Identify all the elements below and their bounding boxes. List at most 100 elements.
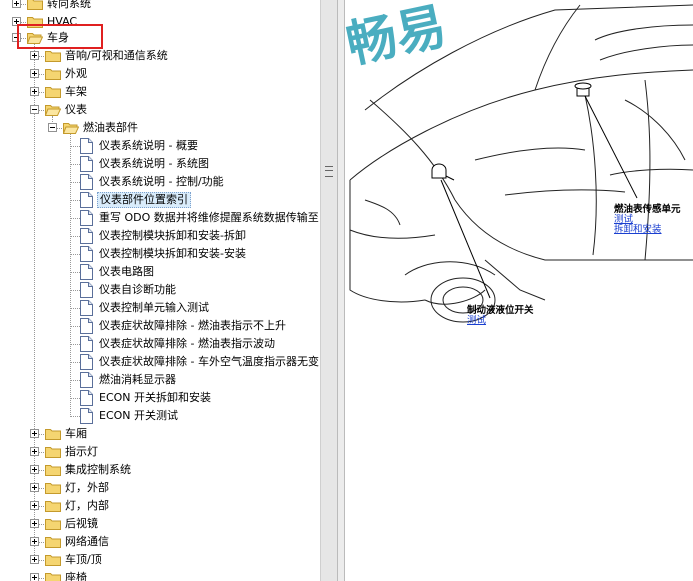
folder-icon [45, 555, 61, 566]
tree-item-steering[interactable]: 转向系统 [0, 0, 320, 13]
document-icon [80, 336, 93, 352]
tree-doc-item[interactable]: 仪表自诊断功能 [0, 281, 320, 299]
tree-item-seats[interactable]: 座椅 [0, 569, 320, 581]
document-icon [80, 264, 93, 280]
document-icon [80, 282, 93, 298]
tree-doc-item[interactable]: 仪表电路图 [0, 263, 320, 281]
folder-icon [45, 69, 61, 80]
expand-toggle[interactable] [30, 447, 39, 456]
tree-item-label: 车架 [65, 85, 87, 98]
tree-item-cabin[interactable]: 车厢 [0, 425, 320, 443]
tree-item-instruments[interactable]: 仪表 [0, 101, 320, 119]
tree-item-label: 仪表系统说明 - 概要 [99, 139, 198, 152]
folder-icon [45, 87, 61, 98]
tree-scrollbar[interactable] [320, 0, 337, 581]
remove-install-link[interactable]: 拆卸和安装 [614, 225, 681, 235]
tree-item-label: 车顶/顶 [65, 553, 102, 566]
tree-item-roof[interactable]: 车顶/顶 [0, 551, 320, 569]
tree-doc-item[interactable]: 仪表症状故障排除 - 燃油表指示不上升 [0, 317, 320, 335]
expand-toggle[interactable] [30, 537, 39, 546]
expand-toggle[interactable] [30, 501, 39, 510]
document-icon [80, 192, 93, 208]
tree-item-exterior-lights[interactable]: 灯，外部 [0, 479, 320, 497]
expand-toggle[interactable] [30, 429, 39, 438]
folder-open-icon [45, 105, 61, 116]
expand-toggle[interactable] [30, 465, 39, 474]
expand-toggle[interactable] [30, 69, 39, 78]
tree-doc-item[interactable]: ECON 开关拆卸和安装 [0, 389, 320, 407]
document-icon [80, 300, 93, 316]
test-link[interactable]: 测试 [467, 316, 534, 326]
tree-doc-item[interactable]: ECON 开关测试 [0, 407, 320, 425]
tree-item-label: 后视镜 [65, 517, 98, 530]
tree-doc-item[interactable]: 仪表系统说明 - 系统图 [0, 155, 320, 173]
tree-doc-item[interactable]: 燃油消耗显示器 [0, 371, 320, 389]
tree-item-label: 重写 ODO 数据并将维修提醒系统数据传输至 [99, 211, 319, 224]
tree-item-label: 仪表控制模块拆卸和安装-拆卸 [99, 229, 246, 242]
callout-brake-fluid-switch: 制动液液位开关 测试 [467, 305, 534, 326]
expand-toggle[interactable] [30, 87, 39, 96]
tree-item-label: 指示灯 [65, 445, 98, 458]
expand-toggle[interactable] [30, 519, 39, 528]
expand-toggle[interactable] [30, 555, 39, 564]
tree-doc-item[interactable]: 仪表控制单元输入测试 [0, 299, 320, 317]
tree-item-label: 仪表控制单元输入测试 [99, 301, 209, 314]
document-icon [80, 228, 93, 244]
tree-doc-item-selected[interactable]: 仪表部件位置索引 [0, 191, 320, 209]
tree-doc-item[interactable]: 仪表控制模块拆卸和安装-安装 [0, 245, 320, 263]
folder-icon [45, 573, 61, 581]
folder-icon [45, 447, 61, 458]
tree-item-label: 仪表控制模块拆卸和安装-安装 [99, 247, 246, 260]
tree-doc-item[interactable]: 仪表系统说明 - 概要 [0, 137, 320, 155]
collapse-toggle[interactable] [30, 105, 39, 114]
fuel-sender-component-icon [574, 82, 638, 199]
tree-doc-item[interactable]: 仪表控制模块拆卸和安装-拆卸 [0, 227, 320, 245]
diagram-pane: 畅易 燃油表传感单元 测试 拆卸和安装 制动液液位开关 测试 [345, 0, 693, 581]
tree-item-label: 仪表症状故障排除 - 燃油表指示波动 [99, 337, 275, 350]
folder-icon [45, 465, 61, 476]
car-diagram: 畅易 [345, 0, 693, 323]
tree-item-exterior[interactable]: 外观 [0, 65, 320, 83]
tree-item-audio[interactable]: 音响/可视和通信系统 [0, 47, 320, 65]
document-icon [80, 408, 93, 424]
expand-toggle[interactable] [30, 573, 39, 581]
navigation-tree: 转向系统 HVAC 车身 音响/可视和通信系统 外观 车架 仪表 燃油表部件 仪… [0, 0, 320, 581]
collapse-toggle[interactable] [48, 123, 57, 132]
tree-item-mirrors[interactable]: 后视镜 [0, 515, 320, 533]
tree-item-label: 燃油表部件 [83, 121, 138, 134]
callout-fuel-sender: 燃油表传感单元 测试 拆卸和安装 [614, 204, 681, 235]
tree-item-label: 转向系统 [47, 0, 91, 10]
tree-item-label: 仪表系统说明 - 系统图 [99, 157, 209, 170]
tree-item-network[interactable]: 网络通信 [0, 533, 320, 551]
tree-doc-item[interactable]: 重写 ODO 数据并将维修提醒系统数据传输至 [0, 209, 320, 227]
tree-item-frame[interactable]: 车架 [0, 83, 320, 101]
tree-doc-item[interactable]: 仪表症状故障排除 - 车外空气温度指示器无变 [0, 353, 320, 371]
document-icon [80, 156, 93, 172]
tree-doc-item[interactable]: 仪表症状故障排除 - 燃油表指示波动 [0, 335, 320, 353]
tree-item-label: 音响/可视和通信系统 [65, 49, 168, 62]
folder-icon [27, 0, 43, 10]
tree-item-label: 仪表 [65, 103, 87, 116]
tree-item-label: 集成控制系统 [65, 463, 131, 476]
expand-toggle[interactable] [30, 483, 39, 492]
pane-splitter[interactable] [337, 0, 345, 581]
tree-item-label: ECON 开关测试 [99, 409, 179, 422]
watermark-text: 畅易 [345, 0, 451, 74]
document-icon [80, 174, 93, 190]
tree-item-label: 仪表症状故障排除 - 车外空气温度指示器无变 [99, 355, 319, 368]
folder-icon [45, 501, 61, 512]
tree-item-indicators[interactable]: 指示灯 [0, 443, 320, 461]
tree-item-label: 仪表电路图 [99, 265, 154, 278]
expand-toggle[interactable] [30, 51, 39, 60]
document-icon [80, 318, 93, 334]
tree-doc-item[interactable]: 仪表系统说明 - 控制/功能 [0, 173, 320, 191]
tree-item-fuel-gauge-parts[interactable]: 燃油表部件 [0, 119, 320, 137]
tree-item-integrated-control[interactable]: 集成控制系统 [0, 461, 320, 479]
tree-item-interior-lights[interactable]: 灯，内部 [0, 497, 320, 515]
folder-icon [45, 51, 61, 62]
scrollbar-grip-icon[interactable] [325, 166, 333, 177]
tree-item-label: 灯，外部 [65, 481, 109, 494]
tree-item-label: 仪表系统说明 - 控制/功能 [99, 175, 224, 188]
expand-toggle[interactable] [12, 0, 21, 8]
tree-item-label: 仪表自诊断功能 [99, 283, 176, 296]
